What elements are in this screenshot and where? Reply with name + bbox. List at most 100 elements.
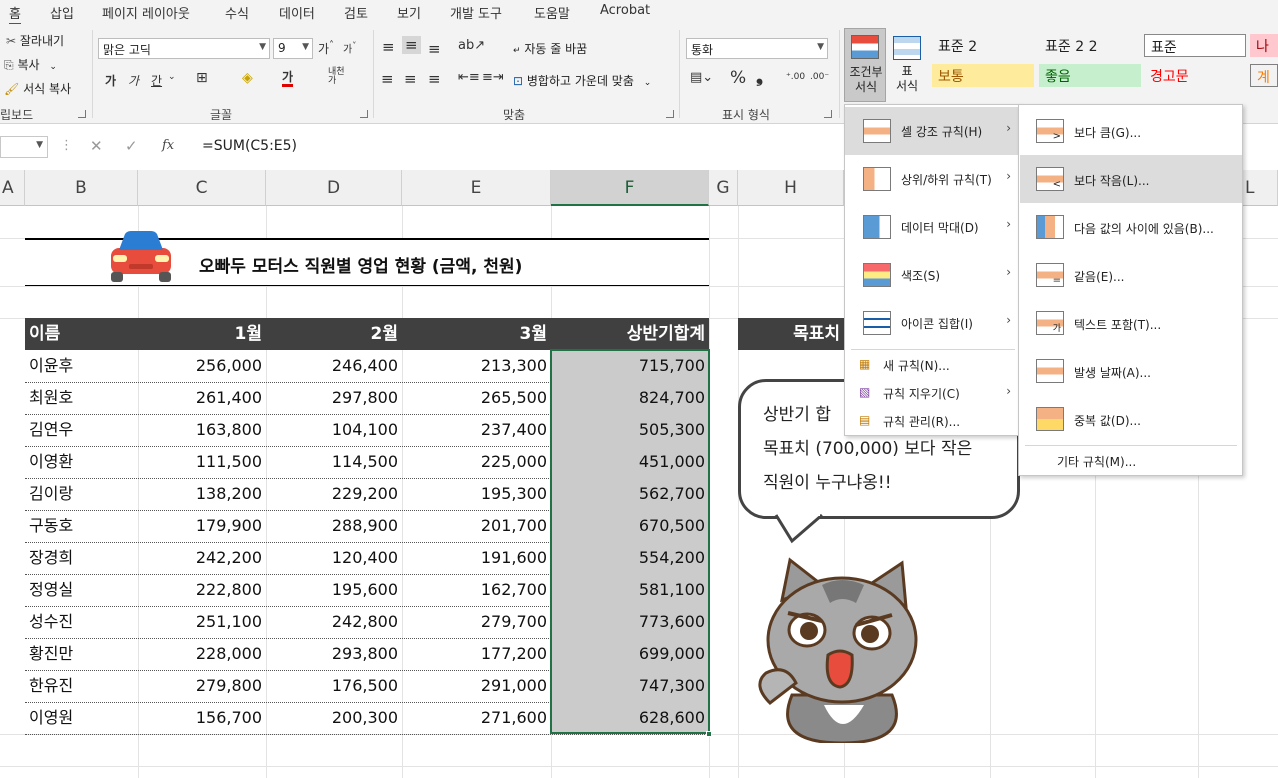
increase-font-icon[interactable]: 가˄ bbox=[318, 40, 334, 57]
month-value-cell[interactable]: 246,400 bbox=[266, 350, 402, 382]
menu-top-bottom-rules[interactable]: 상위/하위 규칙(T) › bbox=[845, 155, 1019, 203]
decrease-indent-icon[interactable]: ⇤≡ bbox=[458, 70, 480, 85]
confirm-icon[interactable]: ✓ bbox=[125, 137, 138, 155]
tab-data[interactable]: 데이터 bbox=[279, 3, 315, 22]
month-value-cell[interactable]: 229,200 bbox=[266, 478, 402, 510]
col-header-d[interactable]: D bbox=[266, 170, 402, 206]
conditional-formatting-button[interactable]: 조건부 서식 bbox=[844, 28, 886, 102]
format-painter-button[interactable]: 🖌 서식 복사 bbox=[4, 80, 71, 97]
merge-center-button[interactable]: ⊡ 병합하고 가운데 맞춤 ⌄ bbox=[513, 72, 651, 89]
italic-icon[interactable]: 가 bbox=[128, 72, 139, 89]
comma-icon[interactable]: ❟ bbox=[756, 66, 763, 87]
style-normal22[interactable]: 표준 2 2 bbox=[1039, 34, 1143, 57]
month-value-cell[interactable]: 114,500 bbox=[266, 446, 402, 478]
number-format-select[interactable]: 통화 ▼ bbox=[686, 38, 828, 59]
tab-developer[interactable]: 개발 도구 bbox=[450, 3, 502, 22]
employee-name-cell[interactable]: 황진만 bbox=[25, 638, 138, 670]
menu-color-scales[interactable]: 색조(S) › bbox=[845, 251, 1019, 299]
month-value-cell[interactable]: 177,200 bbox=[402, 638, 551, 670]
underline-icon[interactable]: 간 bbox=[151, 72, 162, 89]
month-value-cell[interactable]: 163,800 bbox=[138, 414, 266, 446]
month-value-cell[interactable]: 225,000 bbox=[402, 446, 551, 478]
cancel-icon[interactable]: ✕ bbox=[90, 137, 103, 155]
month-value-cell[interactable]: 200,300 bbox=[266, 702, 402, 734]
menu-between[interactable]: 다음 값의 사이에 있음(B)... bbox=[1020, 203, 1242, 251]
decrease-font-icon[interactable]: 가˅ bbox=[343, 40, 356, 55]
employee-name-cell[interactable]: 구동호 bbox=[25, 510, 138, 542]
month-value-cell[interactable]: 120,400 bbox=[266, 542, 402, 574]
month-value-cell[interactable]: 291,000 bbox=[402, 670, 551, 702]
employee-name-cell[interactable]: 장경희 bbox=[25, 542, 138, 574]
employee-name-cell[interactable]: 김연우 bbox=[25, 414, 138, 446]
month-value-cell[interactable]: 111,500 bbox=[138, 446, 266, 478]
month-value-cell[interactable]: 156,700 bbox=[138, 702, 266, 734]
align-top-icon[interactable]: ≡ bbox=[382, 38, 395, 56]
month-value-cell[interactable]: 195,600 bbox=[266, 574, 402, 606]
month-value-cell[interactable]: 293,800 bbox=[266, 638, 402, 670]
menu-greater-than[interactable]: > 보다 큼(G)... bbox=[1020, 107, 1242, 155]
col-header-e[interactable]: E bbox=[402, 170, 551, 206]
tab-formulas[interactable]: 수식 bbox=[225, 3, 249, 22]
col-header-h[interactable]: H bbox=[738, 170, 844, 206]
month-value-cell[interactable]: 242,200 bbox=[138, 542, 266, 574]
menu-duplicate-values[interactable]: 중복 값(D)... bbox=[1020, 395, 1242, 443]
month-value-cell[interactable]: 162,700 bbox=[402, 574, 551, 606]
align-middle-icon[interactable]: ≡ bbox=[402, 36, 421, 54]
month-value-cell[interactable]: 138,200 bbox=[138, 478, 266, 510]
format-as-table-button[interactable]: 표 서식 bbox=[888, 28, 928, 102]
style-normal[interactable]: 표준 bbox=[1144, 34, 1246, 57]
tab-review[interactable]: 검토 bbox=[344, 3, 368, 22]
style-neutral[interactable]: 보통 bbox=[932, 64, 1034, 87]
header-half-total[interactable]: 상반기합계 bbox=[551, 318, 709, 350]
font-launcher[interactable] bbox=[360, 110, 368, 118]
month-value-cell[interactable]: 279,700 bbox=[402, 606, 551, 638]
style-bad[interactable]: 나쁨 bbox=[1250, 34, 1278, 57]
fill-color-icon[interactable]: ◈ bbox=[242, 70, 253, 86]
month-value-cell[interactable]: 228,000 bbox=[138, 638, 266, 670]
font-size-select[interactable]: 9 ▼ bbox=[273, 38, 313, 59]
month-value-cell[interactable]: 279,800 bbox=[138, 670, 266, 702]
accounting-icon[interactable]: ▤⌄ bbox=[690, 70, 713, 85]
month-value-cell[interactable]: 242,800 bbox=[266, 606, 402, 638]
col-header-b[interactable]: B bbox=[25, 170, 138, 206]
month-value-cell[interactable]: 251,100 bbox=[138, 606, 266, 638]
header-jan[interactable]: 1월 bbox=[138, 318, 266, 350]
month-value-cell[interactable]: 237,400 bbox=[402, 414, 551, 446]
menu-date-occurring[interactable]: 발생 날짜(A)... bbox=[1020, 347, 1242, 395]
employee-name-cell[interactable]: 정영실 bbox=[25, 574, 138, 606]
tab-page-layout[interactable]: 페이지 레이아웃 bbox=[102, 3, 190, 22]
menu-icon-sets[interactable]: 아이콘 집합(I) › bbox=[845, 299, 1019, 347]
month-value-cell[interactable]: 104,100 bbox=[266, 414, 402, 446]
alignment-launcher[interactable] bbox=[666, 110, 674, 118]
clipboard-launcher[interactable] bbox=[78, 110, 86, 118]
month-value-cell[interactable]: 213,300 bbox=[402, 350, 551, 382]
style-good[interactable]: 좋음 bbox=[1039, 64, 1141, 87]
month-value-cell[interactable]: 288,900 bbox=[266, 510, 402, 542]
chevron-down-icon[interactable]: ⌄ bbox=[168, 72, 176, 82]
header-name[interactable]: 이름 bbox=[25, 318, 138, 350]
month-value-cell[interactable]: 265,500 bbox=[402, 382, 551, 414]
insert-function-icon[interactable]: fx bbox=[162, 138, 174, 153]
month-value-cell[interactable]: 195,300 bbox=[402, 478, 551, 510]
font-name-select[interactable]: 맑은 고딕 ▼ bbox=[98, 38, 270, 59]
align-bottom-icon[interactable]: ≡ bbox=[428, 40, 441, 58]
style-calculation[interactable]: 계산 bbox=[1250, 64, 1278, 87]
menu-text-contains[interactable]: 가 텍스트 포함(T)... bbox=[1020, 299, 1242, 347]
month-value-cell[interactable]: 201,700 bbox=[402, 510, 551, 542]
font-color-icon[interactable]: 가 bbox=[282, 70, 294, 87]
employee-name-cell[interactable]: 이영환 bbox=[25, 446, 138, 478]
month-value-cell[interactable]: 271,600 bbox=[402, 702, 551, 734]
employee-name-cell[interactable]: 한유진 bbox=[25, 670, 138, 702]
tab-home[interactable]: 홈 bbox=[9, 3, 21, 25]
fill-handle[interactable] bbox=[706, 731, 712, 737]
menu-new-rule[interactable]: ▦ 새 규칙(N)... bbox=[845, 351, 1019, 379]
month-value-cell[interactable]: 261,400 bbox=[138, 382, 266, 414]
header-feb[interactable]: 2월 bbox=[266, 318, 402, 350]
percent-icon[interactable]: % bbox=[730, 68, 746, 88]
menu-clear-rules[interactable]: ▧ 규칙 지우기(C) › bbox=[845, 379, 1019, 407]
employee-name-cell[interactable]: 성수진 bbox=[25, 606, 138, 638]
employee-name-cell[interactable]: 김이랑 bbox=[25, 478, 138, 510]
month-value-cell[interactable]: 176,500 bbox=[266, 670, 402, 702]
menu-manage-rules[interactable]: ▤ 규칙 관리(R)... bbox=[845, 407, 1019, 435]
align-right-icon[interactable]: ≡ bbox=[428, 70, 441, 88]
